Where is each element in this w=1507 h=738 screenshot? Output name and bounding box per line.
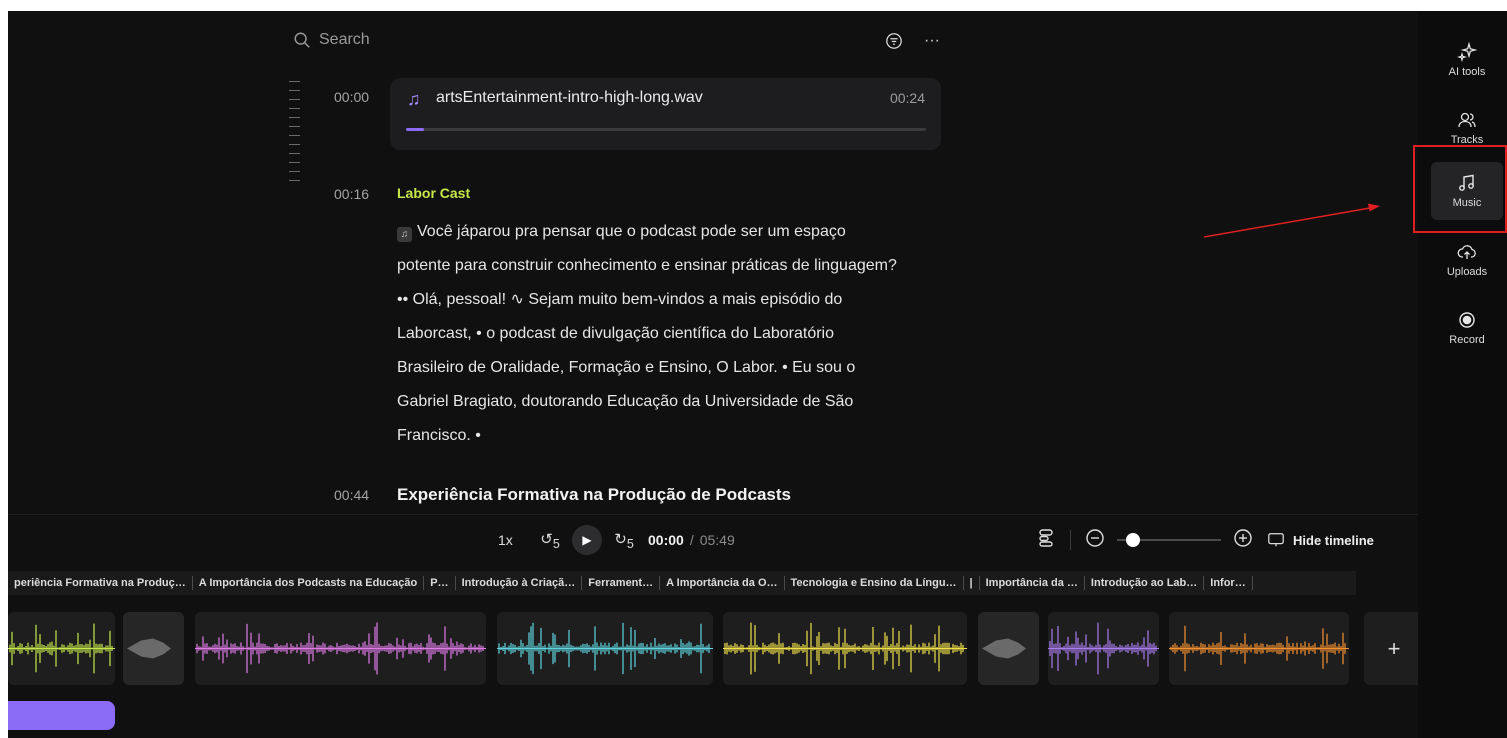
sidebar-item-label: AI tools bbox=[1448, 66, 1486, 78]
chapter-item[interactable]: Ferrament… bbox=[582, 576, 661, 590]
audio-clip[interactable] bbox=[8, 612, 115, 685]
speaker-name[interactable]: Labor Cast bbox=[397, 185, 470, 201]
sidebar-item-label: Record bbox=[1449, 334, 1485, 346]
chapter-item[interactable]: P… bbox=[424, 576, 456, 590]
transcript-timestamp: 00:16 bbox=[334, 186, 370, 202]
section-title[interactable]: Experiência Formativa na Produção de Pod… bbox=[397, 485, 791, 505]
music-timestamp: 00:00 bbox=[334, 89, 370, 105]
chapter-item[interactable]: Infor… bbox=[1204, 576, 1253, 590]
total-time: 05:49 bbox=[699, 532, 735, 548]
search-bar[interactable]: Search bbox=[293, 31, 370, 49]
sidebar-item-music[interactable]: Music bbox=[1431, 162, 1503, 220]
audio-clip[interactable] bbox=[1169, 612, 1349, 685]
current-time: 00:00 bbox=[648, 532, 684, 548]
chapter-item[interactable]: Introdução ao Lab… bbox=[1085, 576, 1205, 590]
sidebar-item-record[interactable]: Record bbox=[1431, 299, 1503, 357]
music-progress-fill bbox=[406, 128, 425, 131]
chapter-item[interactable]: A Importância da O… bbox=[660, 576, 785, 590]
chapter-item[interactable]: Introdução à Criaçã… bbox=[456, 576, 583, 590]
monitor-icon bbox=[1268, 533, 1284, 547]
sparkles-icon bbox=[1457, 42, 1477, 62]
sidebar-item-label: Music bbox=[1452, 197, 1482, 209]
right-toolbar: AI tools Tracks Music Uploads Record bbox=[1418, 11, 1507, 738]
play-icon: ▶ bbox=[582, 533, 592, 547]
chapter-item[interactable]: Tecnologia e Ensino da Língu… bbox=[785, 576, 964, 590]
skip-back-button[interactable]: ↺5 bbox=[534, 530, 566, 551]
music-progress-bar[interactable] bbox=[406, 128, 926, 131]
music-note-icon bbox=[1459, 174, 1474, 191]
search-icon bbox=[294, 32, 310, 48]
divider bbox=[8, 514, 1418, 515]
audio-clip[interactable] bbox=[497, 612, 713, 685]
audio-clip[interactable] bbox=[195, 612, 486, 685]
sidebar-item-uploads[interactable]: Uploads bbox=[1431, 231, 1503, 289]
sidebar-item-tracks[interactable]: Tracks bbox=[1431, 99, 1503, 157]
filter-icon[interactable] bbox=[884, 31, 904, 51]
cloud-upload-icon bbox=[1457, 245, 1476, 259]
add-clip-button[interactable]: + bbox=[1364, 612, 1424, 685]
sidebar-item-label: Tracks bbox=[1450, 134, 1484, 146]
hide-timeline-button[interactable]: Hide timeline bbox=[1267, 531, 1374, 549]
playback-controls: 1x ↺5 ▶ ↻5 00:00 / 05:49 bbox=[498, 525, 735, 555]
section-timestamp: 00:44 bbox=[334, 487, 370, 503]
hide-timeline-label: Hide timeline bbox=[1293, 532, 1374, 548]
music-track-card[interactable]: ♫ artsEntertainment-intro-high-long.wav … bbox=[390, 78, 941, 150]
music-file-name: artsEntertainment-intro-high-long.wav bbox=[436, 89, 703, 106]
scroll-ruler[interactable] bbox=[289, 81, 303, 189]
timeline-layout-icon[interactable] bbox=[1036, 528, 1056, 553]
zoom-out-icon[interactable] bbox=[1085, 528, 1105, 553]
chapter-strip: periência Formativa na Produç… A Importân… bbox=[8, 571, 1356, 595]
music-note-icon: ♫ bbox=[397, 227, 412, 242]
gap-clip[interactable] bbox=[978, 612, 1039, 685]
transcript-paragraph[interactable]: ♫ Você jáparou pra pensar que o podcast p… bbox=[397, 215, 897, 453]
record-icon bbox=[1459, 312, 1475, 328]
chapter-item[interactable]: A Importância dos Podcasts na Educação bbox=[193, 576, 425, 590]
editor-app: Search ··· 00:00 ♫ artsEntertainment-int… bbox=[8, 11, 1507, 738]
skip-forward-button[interactable]: ↻5 bbox=[608, 530, 640, 551]
search-placeholder: Search bbox=[319, 31, 370, 48]
chapter-item[interactable]: periência Formativa na Produç… bbox=[8, 576, 193, 590]
transcript-text: Você jáparou pra pensar que o podcast po… bbox=[397, 223, 897, 444]
sidebar-item-ai-tools[interactable]: AI tools bbox=[1431, 31, 1503, 89]
more-icon[interactable]: ··· bbox=[922, 31, 942, 51]
audio-clip[interactable] bbox=[1048, 612, 1159, 685]
sidebar-item-label: Uploads bbox=[1446, 266, 1488, 278]
music-note-icon: ♫ bbox=[407, 89, 421, 109]
zoom-slider-thumb[interactable] bbox=[1126, 533, 1140, 547]
divider bbox=[1070, 530, 1071, 550]
time-separator: / bbox=[689, 532, 694, 548]
skip-forward-seconds: 5 bbox=[626, 536, 634, 551]
chapter-item[interactable]: Importância da … bbox=[980, 576, 1085, 590]
track-region[interactable] bbox=[8, 701, 115, 730]
speed-button[interactable]: 1x bbox=[498, 532, 534, 548]
skip-back-seconds: 5 bbox=[552, 536, 560, 551]
music-duration: 00:24 bbox=[889, 90, 925, 106]
play-button[interactable]: ▶ bbox=[572, 525, 602, 555]
gap-clip[interactable] bbox=[123, 612, 184, 685]
zoom-in-icon[interactable] bbox=[1233, 528, 1253, 553]
audio-clip[interactable] bbox=[723, 612, 967, 685]
chapter-item[interactable]: | bbox=[964, 576, 980, 590]
zoom-slider[interactable] bbox=[1117, 527, 1221, 553]
users-icon bbox=[1458, 112, 1476, 128]
